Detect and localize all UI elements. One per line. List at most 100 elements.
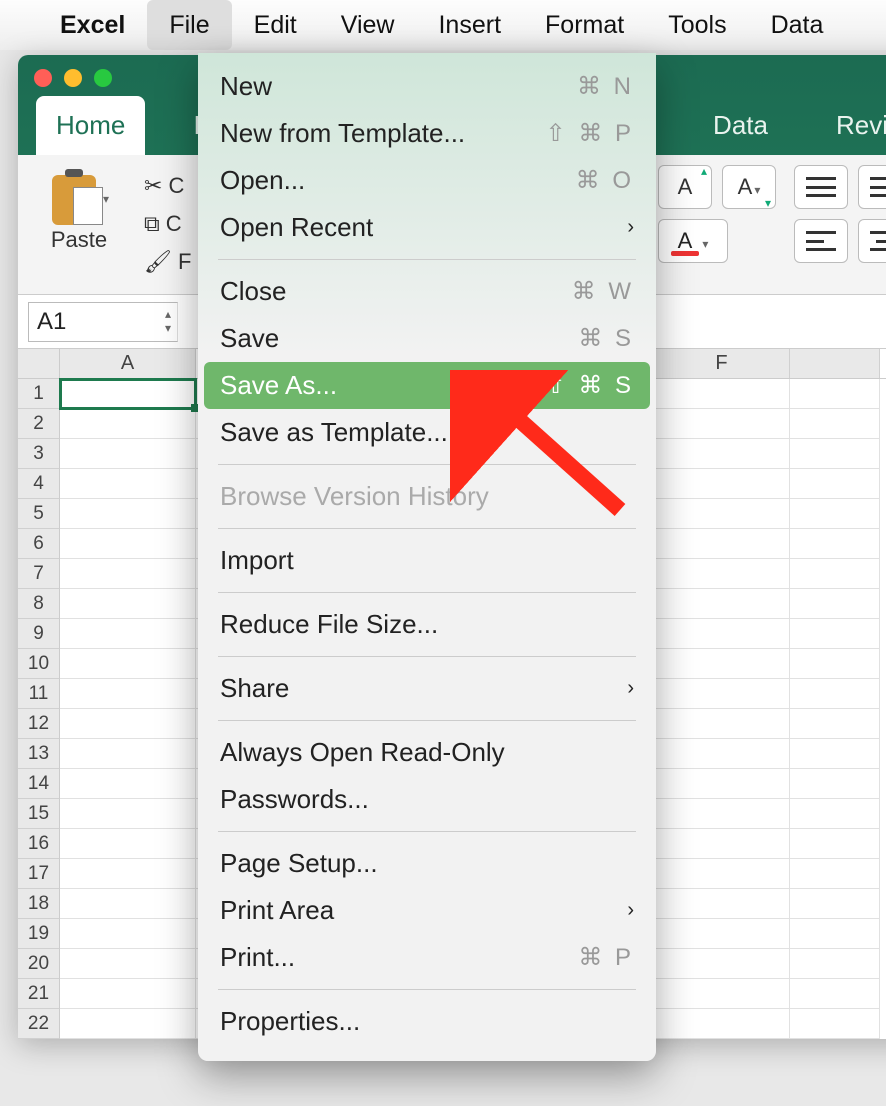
row-header[interactable]: 8 xyxy=(18,589,60,619)
align-top-button[interactable] xyxy=(794,165,848,209)
format-painter-icon[interactable]: 🖌︎ xyxy=(144,249,172,275)
cell[interactable] xyxy=(790,439,880,469)
select-all-corner[interactable] xyxy=(18,349,60,378)
cell[interactable] xyxy=(654,859,790,889)
row-header[interactable]: 15 xyxy=(18,799,60,829)
menu-item-print[interactable]: Print...⌘ P xyxy=(198,934,656,981)
increase-font-button[interactable]: A xyxy=(658,165,712,209)
decrease-font-button[interactable]: A xyxy=(722,165,776,209)
cell[interactable] xyxy=(654,439,790,469)
cell[interactable] xyxy=(654,469,790,499)
cell[interactable] xyxy=(60,649,196,679)
cell[interactable] xyxy=(60,709,196,739)
cell[interactable] xyxy=(790,559,880,589)
cell[interactable] xyxy=(790,949,880,979)
cell[interactable] xyxy=(790,679,880,709)
close-icon[interactable] xyxy=(34,69,52,87)
cell[interactable] xyxy=(790,619,880,649)
row-header[interactable]: 17 xyxy=(18,859,60,889)
cell[interactable] xyxy=(790,889,880,919)
cell[interactable] xyxy=(654,829,790,859)
name-box-stepper-icon[interactable]: ▴▾ xyxy=(165,307,171,335)
cell[interactable] xyxy=(790,979,880,1009)
cell[interactable] xyxy=(790,769,880,799)
cell[interactable] xyxy=(60,619,196,649)
row-header[interactable]: 7 xyxy=(18,559,60,589)
menu-item-new-from-template[interactable]: New from Template...⇧ ⌘ P xyxy=(198,110,656,157)
cell[interactable] xyxy=(790,589,880,619)
cell[interactable] xyxy=(790,739,880,769)
cell[interactable] xyxy=(654,1009,790,1039)
row-header[interactable]: 6 xyxy=(18,529,60,559)
minimize-icon[interactable] xyxy=(64,69,82,87)
row-header[interactable]: 18 xyxy=(18,889,60,919)
cell[interactable] xyxy=(654,889,790,919)
cell[interactable] xyxy=(654,529,790,559)
menubar-app-name[interactable]: Excel xyxy=(38,0,147,50)
cell[interactable] xyxy=(60,859,196,889)
clipboard-icon[interactable] xyxy=(49,165,99,227)
font-color-button[interactable]: A xyxy=(658,219,728,263)
row-header[interactable]: 1 xyxy=(18,379,60,409)
row-header[interactable]: 13 xyxy=(18,739,60,769)
cell[interactable] xyxy=(60,919,196,949)
menu-item-page-setup[interactable]: Page Setup... xyxy=(198,840,656,887)
align-middle-button[interactable] xyxy=(858,165,886,209)
cell[interactable] xyxy=(60,1009,196,1039)
menu-item-close[interactable]: Close⌘ W xyxy=(198,268,656,315)
column-header-partial[interactable] xyxy=(790,349,880,378)
cell[interactable] xyxy=(654,559,790,589)
tab-data[interactable]: Data xyxy=(693,96,788,155)
copy-icon[interactable]: ⧉ xyxy=(144,211,160,237)
row-header[interactable]: 4 xyxy=(18,469,60,499)
cell[interactable] xyxy=(654,919,790,949)
cell[interactable] xyxy=(790,859,880,889)
cell[interactable] xyxy=(654,619,790,649)
cell[interactable] xyxy=(654,409,790,439)
cell[interactable] xyxy=(654,499,790,529)
cell[interactable] xyxy=(654,709,790,739)
row-header[interactable]: 16 xyxy=(18,829,60,859)
row-header[interactable]: 14 xyxy=(18,769,60,799)
cell[interactable] xyxy=(60,889,196,919)
row-header[interactable]: 3 xyxy=(18,439,60,469)
menubar-format[interactable]: Format xyxy=(523,0,646,50)
cell[interactable] xyxy=(790,529,880,559)
cell[interactable] xyxy=(60,379,196,409)
row-header[interactable]: 21 xyxy=(18,979,60,1009)
cell[interactable] xyxy=(60,829,196,859)
cell[interactable] xyxy=(60,739,196,769)
cell[interactable] xyxy=(790,649,880,679)
menubar-edit[interactable]: Edit xyxy=(232,0,319,50)
cell[interactable] xyxy=(60,979,196,1009)
menu-item-share[interactable]: Share› xyxy=(198,665,656,712)
zoom-icon[interactable] xyxy=(94,69,112,87)
cell[interactable] xyxy=(60,769,196,799)
menu-item-open-recent[interactable]: Open Recent› xyxy=(198,204,656,251)
menubar-view[interactable]: View xyxy=(319,0,417,50)
menu-item-import[interactable]: Import xyxy=(198,537,656,584)
menubar-insert[interactable]: Insert xyxy=(416,0,523,50)
cell[interactable] xyxy=(790,829,880,859)
cell[interactable] xyxy=(790,379,880,409)
row-header[interactable]: 11 xyxy=(18,679,60,709)
menu-item-reduce-file-size[interactable]: Reduce File Size... xyxy=(198,601,656,648)
cell[interactable] xyxy=(790,919,880,949)
menubar-tools[interactable]: Tools xyxy=(646,0,748,50)
row-header[interactable]: 12 xyxy=(18,709,60,739)
cell[interactable] xyxy=(654,679,790,709)
cell[interactable] xyxy=(60,679,196,709)
cell[interactable] xyxy=(790,799,880,829)
cell[interactable] xyxy=(790,1009,880,1039)
cell[interactable] xyxy=(654,739,790,769)
cell[interactable] xyxy=(654,949,790,979)
cell[interactable] xyxy=(60,409,196,439)
tab-review[interactable]: Review xyxy=(816,96,886,155)
menu-item-open[interactable]: Open...⌘ O xyxy=(198,157,656,204)
menu-item-new[interactable]: New⌘ N xyxy=(198,63,656,110)
align-center-button[interactable] xyxy=(858,219,886,263)
menu-item-save[interactable]: Save⌘ S xyxy=(198,315,656,362)
scissors-icon[interactable]: ✂︎ xyxy=(144,173,162,199)
menu-item-save-as-template[interactable]: Save as Template... xyxy=(198,409,656,456)
cell[interactable] xyxy=(790,499,880,529)
